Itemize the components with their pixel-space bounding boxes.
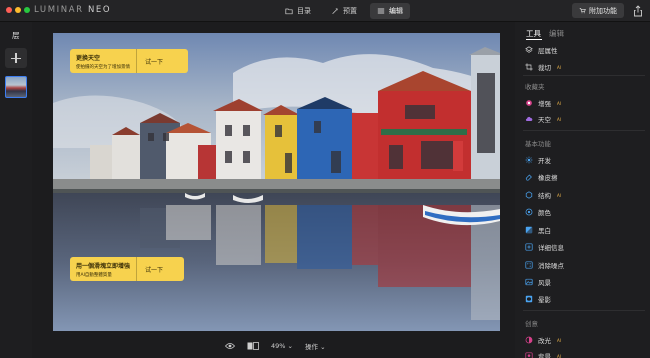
active-tab-indicator [526,39,542,40]
compare-icon[interactable] [247,342,259,350]
layer-thumbnail[interactable] [5,76,27,98]
photo-image [53,33,500,331]
minimize-window-button[interactable] [15,7,21,13]
tab-presets[interactable]: 预置 [324,3,364,19]
tab-tools[interactable]: 工具 [526,28,541,39]
tool-sky[interactable]: 天空 AI [525,114,561,124]
addons-button[interactable]: 附加功能 [572,3,624,18]
tool-relight[interactable]: 改光 AI [525,335,561,345]
sky-tip-title: 更换天空 [76,54,101,62]
denoise-icon [525,261,533,269]
close-window-button[interactable] [6,7,12,13]
tool-color[interactable]: 颜色 [525,207,551,217]
basic-heading: 基本功能 [525,140,551,148]
tool-layer-properties[interactable]: 层属性 [525,45,558,55]
top-tabs: 目录 预置 编辑 [278,3,410,19]
chevron-down-icon: ⌄ [287,342,293,350]
tool-background[interactable]: 背景 AI [525,351,561,358]
share-icon[interactable] [633,5,643,17]
app-logo: LUMINAR NEO [34,5,112,15]
enhance-tip-subtitle: 用AI自動整體質量 [76,272,112,278]
tab-edit[interactable]: 编辑 [370,3,410,19]
details-icon [525,243,533,251]
enhance-tip: 用一個滑塊立即增強 用AI自動整體質量 试一下 [70,257,184,281]
tool-eraser[interactable]: 橡皮擦 [525,172,558,182]
tool-vignette[interactable]: 晕影 [525,294,551,304]
photo-preview[interactable]: 更换天空 使拍摄的天空为了增加景情 试一下 用一個滑塊立即增強 用AI自動整體質… [53,33,500,331]
sky-tip: 更换天空 使拍摄的天空为了增加景情 试一下 [70,49,188,73]
tool-enhance[interactable]: 增强 AI [525,98,561,108]
tool-landscape[interactable]: 风景 [525,277,551,287]
enhance-tip-title: 用一個滑塊立即增強 [76,262,131,270]
tool-structure[interactable]: 结构 AI [525,190,561,200]
folder-icon [285,8,293,15]
tool-develop[interactable]: 开发 [525,155,551,165]
bw-icon [525,226,533,234]
favorites-heading: 收藏夹 [525,83,545,91]
tool-denoise[interactable]: 消除噪点 [525,260,564,270]
chevron-down-icon: ⌄ [320,343,326,351]
develop-icon [525,156,533,164]
color-icon [525,208,533,216]
tab-edit-history[interactable]: 编辑 [549,28,564,39]
crop-icon [525,63,533,71]
relight-icon [525,336,533,344]
canvas-area: 更换天空 使拍摄的天空为了增加景情 试一下 用一個滑塊立即增強 用AI自動整體質… [32,22,515,358]
enhance-tip-try-button[interactable]: 试一下 [137,265,171,274]
sky-tip-subtitle: 使拍摄的天空为了增加景情 [76,64,130,70]
tool-crop[interactable]: 裁切 AI [525,62,561,72]
canvas-toolbar: 49% ⌄ 操作 ⌄ [225,340,326,352]
cart-icon [579,8,586,14]
vignette-icon [525,295,533,303]
zoom-window-button[interactable] [24,7,30,13]
background-icon [525,352,533,358]
tools-panel: 工具 编辑 层属性 裁切 AI 收藏夹 增强 AI 天空 AI 基本功能 开发 橡皮擦… [515,22,650,358]
tool-details[interactable]: 详细信息 [525,242,564,252]
actions-dropdown[interactable]: 操作 ⌄ [305,341,326,351]
structure-icon [525,191,533,199]
creative-heading: 创意 [525,320,538,328]
title-bar: LUMINAR NEO 目录 预置 编辑 附加功能 [0,0,650,22]
eraser-icon [525,174,532,181]
enhance-icon [526,100,532,106]
layers-icon [525,46,533,53]
wand-icon [332,8,338,15]
tab-catalog[interactable]: 目录 [278,3,318,19]
tool-black-white[interactable]: 黑白 [525,225,551,235]
sliders-icon [377,8,385,14]
zoom-dropdown[interactable]: 49% ⌄ [271,342,293,350]
layers-label: 层 [12,31,20,40]
layers-panel: 层 [0,22,32,358]
add-layer-button[interactable] [5,48,27,68]
sky-icon [525,116,533,121]
sky-tip-try-button[interactable]: 试一下 [137,57,171,66]
landscape-icon [525,278,533,286]
eye-icon[interactable] [225,342,235,350]
